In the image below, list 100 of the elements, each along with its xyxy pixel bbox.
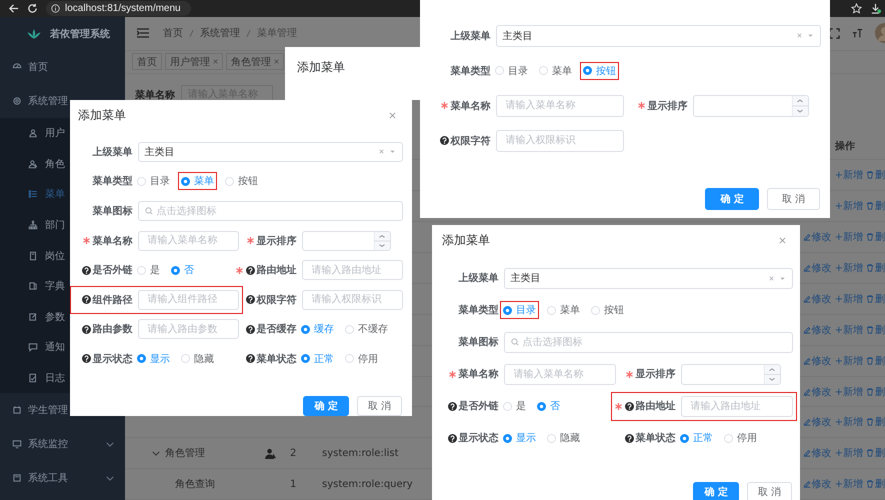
add-link[interactable]: +新增 bbox=[834, 261, 863, 276]
field-label: 上级菜单 bbox=[92, 146, 132, 159]
input-field[interactable]: 请输入路由地址 bbox=[680, 396, 792, 416]
radio-option[interactable]: 目录 bbox=[134, 172, 173, 190]
radio-option[interactable]: 是 bbox=[134, 261, 163, 280]
delete-link[interactable]: 删 bbox=[866, 446, 885, 460]
icon-picker-field[interactable]: 点击选择图标 bbox=[138, 200, 402, 221]
breadcrumb-item[interactable]: 首页 bbox=[163, 26, 183, 40]
delete-link[interactable]: 删 bbox=[866, 230, 885, 244]
cancel-button[interactable]: 取 消 bbox=[356, 396, 402, 416]
add-link[interactable]: +新增 bbox=[834, 354, 863, 368]
tab[interactable]: 角色管理 bbox=[226, 53, 284, 70]
radio-option[interactable]: 按钮 bbox=[580, 62, 619, 80]
delete-link[interactable]: 删 bbox=[866, 415, 885, 430]
delete-link[interactable]: 删 bbox=[866, 292, 885, 306]
select-field[interactable]: 主类目 bbox=[496, 24, 820, 46]
radio-option[interactable]: 正常 bbox=[298, 350, 337, 368]
radio-option[interactable]: 停用 bbox=[721, 429, 760, 447]
radio-option[interactable]: 是 bbox=[500, 397, 529, 415]
add-link[interactable]: +新增 bbox=[834, 230, 863, 244]
confirm-button[interactable]: 确 定 bbox=[693, 482, 739, 500]
delete-link[interactable]: 删 bbox=[866, 384, 885, 399]
tab[interactable]: 首页 bbox=[132, 53, 162, 70]
add-link[interactable]: +新增 bbox=[834, 168, 863, 182]
add-link[interactable]: +新增 bbox=[834, 384, 863, 399]
field-label: 菜单状态 bbox=[636, 432, 676, 445]
field-label: 路由参数 bbox=[92, 322, 132, 336]
breadcrumb-item: 菜单管理 bbox=[257, 26, 297, 40]
edit-link[interactable]: 修改 bbox=[802, 261, 832, 276]
dialog-title: 添加菜单 bbox=[442, 232, 490, 248]
breadcrumb-item[interactable]: 系统管理 bbox=[200, 26, 240, 40]
input-field[interactable]: 请输入菜单名称 bbox=[496, 94, 624, 116]
search-label: 菜单名称 bbox=[135, 88, 175, 102]
radio-option[interactable]: 缓存 bbox=[298, 320, 337, 338]
app-title: 若依管理系统 bbox=[50, 28, 110, 40]
radio-option[interactable]: 正常 bbox=[677, 429, 716, 447]
input-field[interactable]: 请输入菜单名称 bbox=[504, 364, 616, 384]
add-link[interactable]: +新增 bbox=[834, 415, 863, 430]
radio-option[interactable]: 按钮 bbox=[222, 172, 261, 190]
edit-link[interactable]: 修改 bbox=[802, 446, 832, 460]
select-field[interactable]: 主类目 bbox=[504, 268, 792, 288]
radio-option[interactable]: 不缓存 bbox=[342, 320, 391, 338]
field-label: 路由地址 bbox=[256, 264, 296, 278]
add-link[interactable]: +新增 bbox=[834, 199, 863, 214]
field-label: 是否外链 bbox=[458, 400, 498, 413]
radio-option[interactable]: 按钮 bbox=[588, 301, 627, 319]
radio-option[interactable]: 目录 bbox=[492, 62, 531, 80]
table-cell: 2 bbox=[290, 448, 296, 459]
add-link[interactable]: +新增 bbox=[834, 292, 863, 306]
field-label: 菜单图标 bbox=[458, 336, 498, 349]
add-link[interactable]: +新增 bbox=[834, 446, 863, 460]
add-link[interactable]: +新增 bbox=[834, 322, 863, 337]
input-field[interactable]: 请输入菜单名称 bbox=[138, 230, 238, 251]
confirm-button[interactable]: 确 定 bbox=[705, 188, 759, 210]
input-field[interactable]: 请输入路由参数 bbox=[138, 319, 238, 340]
select-field[interactable]: 主类目 bbox=[138, 142, 402, 162]
table-cell: system:role:list bbox=[322, 448, 399, 459]
edit-link[interactable]: 修改 bbox=[802, 415, 832, 430]
radio-option[interactable]: 目录 bbox=[500, 301, 539, 319]
edit-link[interactable]: 修改 bbox=[802, 477, 832, 492]
sidebar-item[interactable]: 系统工具 bbox=[0, 461, 125, 496]
radio-option[interactable]: 停用 bbox=[342, 350, 381, 368]
edit-link[interactable]: 修改 bbox=[802, 292, 832, 306]
radio-option[interactable]: 显示 bbox=[500, 429, 539, 447]
sidebar-item[interactable]: 系统监控 bbox=[0, 427, 125, 462]
add-link[interactable]: +新增 bbox=[834, 477, 863, 492]
field-label: 菜单状态 bbox=[256, 352, 296, 366]
icon-picker-field[interactable]: 点击选择图标 bbox=[504, 332, 792, 352]
delete-link[interactable]: 删 bbox=[866, 477, 885, 492]
address-field[interactable]: localhost:81/system/menu bbox=[46, 1, 191, 16]
field-label: 权限字符 bbox=[256, 293, 296, 307]
edit-link[interactable]: 修改 bbox=[802, 322, 832, 337]
tab[interactable]: 用户管理 bbox=[165, 53, 223, 70]
radio-option[interactable]: 菜单 bbox=[544, 301, 583, 319]
radio-option[interactable]: 菜单 bbox=[178, 172, 217, 190]
cancel-button[interactable]: 取 消 bbox=[746, 482, 792, 500]
radio-option[interactable]: 隐藏 bbox=[178, 350, 217, 368]
input-field[interactable]: 请输入权限标识 bbox=[302, 290, 402, 310]
input-field[interactable]: 请输入权限标识 bbox=[496, 130, 624, 152]
delete-link[interactable]: 删 bbox=[866, 322, 885, 337]
field-label: 显示状态 bbox=[458, 432, 498, 445]
radio-option[interactable]: 否 bbox=[168, 261, 197, 280]
delete-link[interactable]: 删 bbox=[866, 199, 885, 214]
confirm-button[interactable]: 确 定 bbox=[303, 396, 349, 416]
edit-link[interactable]: 修改 bbox=[802, 384, 832, 399]
delete-link[interactable]: 删 bbox=[866, 168, 885, 182]
edit-link[interactable]: 修改 bbox=[802, 354, 832, 368]
radio-option[interactable]: 否 bbox=[534, 397, 563, 415]
radio-option[interactable]: 隐藏 bbox=[544, 429, 583, 447]
input-field[interactable]: 请输入路由地址 bbox=[302, 260, 402, 280]
edit-link[interactable]: 修改 bbox=[802, 230, 832, 244]
table-cell: system:role:query bbox=[322, 478, 413, 490]
delete-link[interactable]: 删 bbox=[866, 354, 885, 368]
radio-option[interactable]: 显示 bbox=[134, 350, 173, 368]
input-field[interactable]: 请输入组件路径 bbox=[138, 290, 238, 310]
sidebar-item[interactable]: 首页 bbox=[0, 50, 125, 84]
radio-option[interactable]: 菜单 bbox=[536, 62, 575, 80]
delete-link[interactable]: 删 bbox=[866, 261, 885, 276]
sidebar-item[interactable]: 学生管理 bbox=[0, 393, 125, 428]
cancel-button[interactable]: 取 消 bbox=[766, 188, 820, 210]
